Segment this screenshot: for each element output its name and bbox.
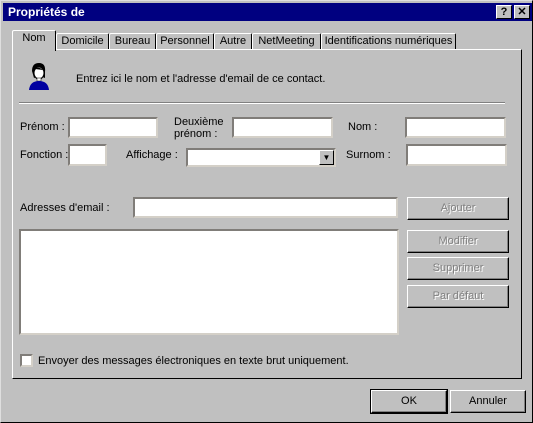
help-button[interactable]: ? [496,5,512,19]
annuler-button[interactable]: Annuler [450,390,526,413]
tab-autre[interactable]: Autre [214,33,252,50]
title-bar[interactable]: Propriétés de ? ✕ [3,3,532,21]
window-title: Propriétés de [8,5,85,19]
tab-netmeeting[interactable]: NetMeeting [252,33,321,50]
properties-dialog: Propriétés de ? ✕ Nom Domicile Bureau Pe… [0,0,533,423]
close-button[interactable]: ✕ [514,5,530,19]
tab-domicile[interactable]: Domicile [56,33,109,50]
tab-personnel[interactable]: Personnel [156,33,214,50]
tab-panel [12,49,522,379]
tab-nom[interactable]: Nom [12,30,56,51]
ok-button[interactable]: OK [370,389,448,414]
tab-bureau[interactable]: Bureau [109,33,156,50]
tab-identifications[interactable]: Identifications numériques [321,33,456,50]
